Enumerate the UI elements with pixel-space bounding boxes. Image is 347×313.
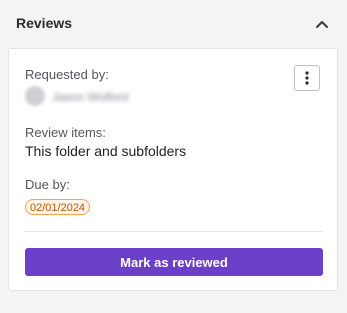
chevron-up-icon [316, 21, 328, 28]
review-items-value: This folder and subfolders [25, 143, 187, 159]
collapse-button[interactable] [312, 14, 332, 34]
reviews-panel-header: Reviews [0, 0, 347, 46]
vertical-ellipsis-icon [305, 71, 309, 85]
due-date-badge: 02/01/2024 [25, 199, 91, 215]
due-by-label: Due by: [25, 177, 70, 192]
mark-as-reviewed-button[interactable]: Mark as reviewed [25, 248, 323, 276]
requester-name: Jason Wolford [52, 90, 129, 104]
requested-by-label: Requested by: [25, 67, 109, 82]
more-options-button[interactable] [294, 65, 320, 91]
divider [25, 231, 323, 232]
review-items-label: Review items: [25, 125, 106, 140]
review-card: Requested by: Jason Wolford Review items… [8, 48, 338, 291]
panel-title: Reviews [16, 15, 73, 31]
avatar [25, 86, 45, 106]
